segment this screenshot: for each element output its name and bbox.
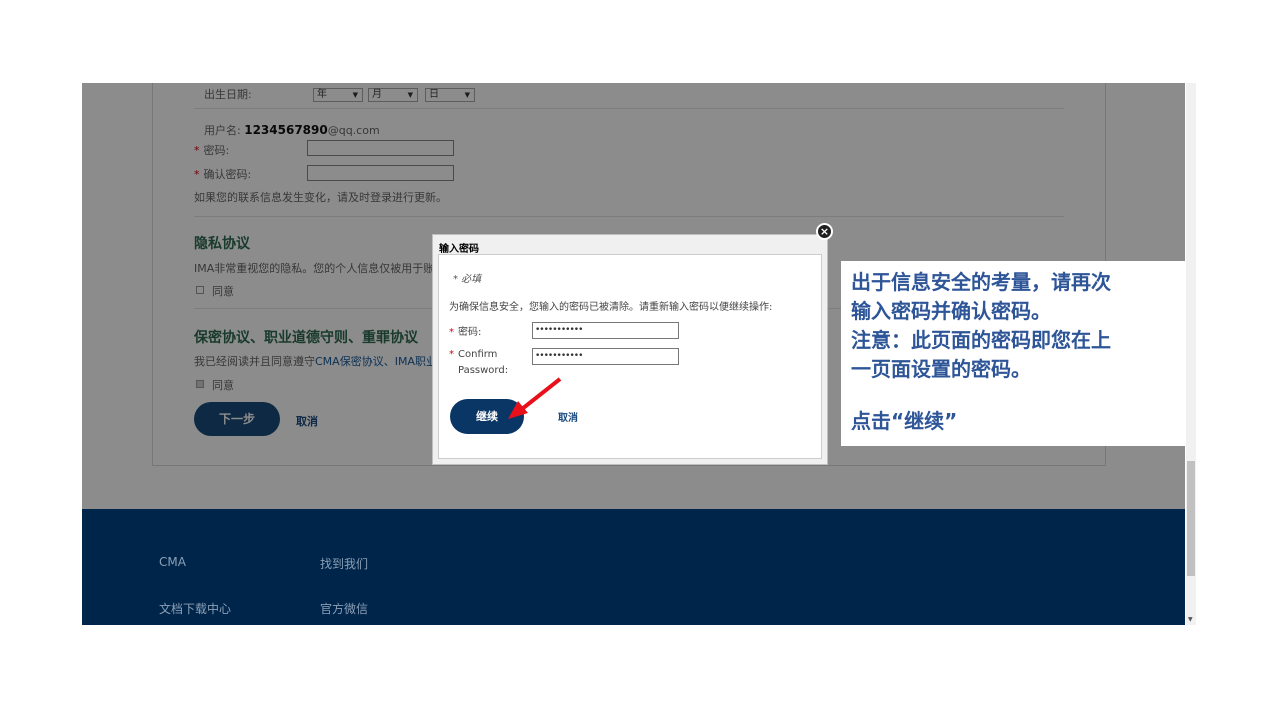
annotation-line-2: 输入密码并确认密码。 [851, 299, 1051, 323]
annotation-line-5: 点击“继续” [851, 409, 958, 433]
close-icon[interactable]: × [816, 223, 833, 240]
dialog-password-field[interactable]: ••••••••••• [532, 322, 679, 339]
footer-overlay [82, 509, 1185, 625]
scroll-down-icon[interactable]: ▼ [1188, 616, 1193, 623]
required-star: * [449, 327, 454, 338]
required-star: * [449, 349, 454, 360]
dialog-confirm-label-line2: Password: [458, 365, 509, 376]
dialog-password-label-row: * 密码: [449, 323, 481, 338]
password-dialog: 输入密码 * 必填 为确保信息安全，您输入的密码已被清除。请重新输入密码以便继续… [432, 234, 828, 465]
arrow-head [508, 401, 528, 419]
dialog-body: * 必填 为确保信息安全，您输入的密码已被清除。请重新输入密码以便继续操作: *… [438, 254, 822, 459]
annotation-line-1: 出于信息安全的考量，请再次 [851, 270, 1111, 294]
required-note: * 必填 [453, 270, 481, 285]
dialog-message: 为确保信息安全，您输入的密码已被清除。请重新输入密码以便继续操作: [449, 302, 773, 313]
annotation-line-3: 注意：此页面的密码即您在上 [851, 328, 1111, 352]
dialog-confirm-password-field[interactable]: ••••••••••• [532, 348, 679, 365]
instruction-annotation: 出于信息安全的考量，请再次 输入密码并确认密码。 注意：此页面的密码即您在上 一… [841, 261, 1185, 446]
dialog-confirm-label-row: * Confirm [449, 349, 497, 360]
dialog-title: 输入密码 [439, 244, 479, 255]
required-text: * 必填 [453, 274, 482, 285]
pointer-arrow-icon [508, 377, 562, 419]
arrow-shaft [520, 377, 562, 411]
annotation-line-4: 一页面设置的密码。 [851, 357, 1031, 381]
dialog-password-label: 密码: [458, 327, 482, 338]
scrollbar-thumb[interactable] [1187, 461, 1195, 576]
dialog-confirm-label-line1: Confirm [458, 349, 498, 360]
